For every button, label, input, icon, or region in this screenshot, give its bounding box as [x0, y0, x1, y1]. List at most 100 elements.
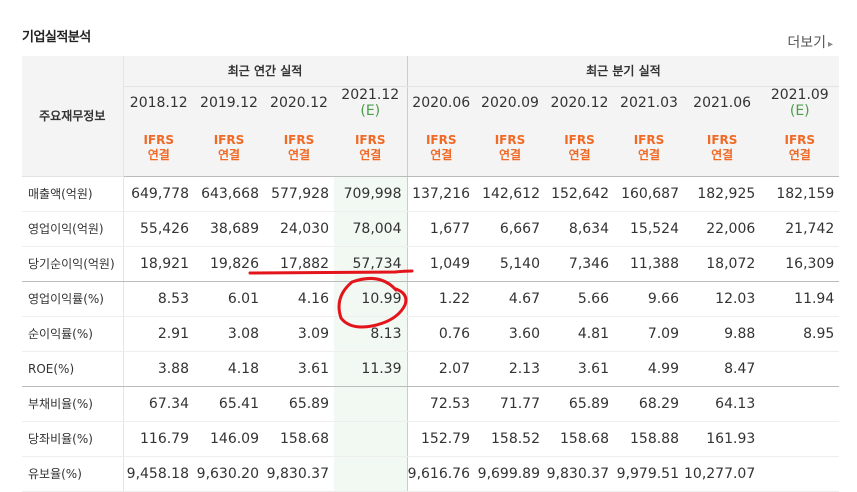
- value-cell: 577,928: [264, 176, 334, 212]
- consolidated-label: 연결: [568, 147, 591, 162]
- value-cell: [760, 421, 840, 457]
- quarter-group-header: 최근 분기 실적: [406, 56, 840, 87]
- more-link[interactable]: 더보기 ▸: [787, 32, 833, 52]
- ifrs-label: IFRS: [706, 132, 738, 147]
- ifrs-label: IFRS: [633, 132, 665, 147]
- value-cell: 18,072: [684, 246, 761, 282]
- value-cell: [760, 386, 840, 422]
- period-header: 2018.12: [123, 86, 194, 120]
- value-cell: 9.66: [614, 281, 684, 317]
- value-cell: 709,998: [334, 176, 407, 212]
- value-cell: 2.07: [406, 351, 475, 387]
- ifrs-label: IFRS: [283, 132, 315, 147]
- row-label: 영업이익(억원): [22, 211, 124, 247]
- table-row: 당좌비율(%) 116.79 146.09 158.68 152.79 158.52 158…: [22, 421, 840, 457]
- value-cell: 158.68: [545, 421, 614, 457]
- value-cell: 116.79: [123, 421, 194, 457]
- value-cell: 3.09: [264, 316, 334, 352]
- ifrs-label: IFRS: [143, 132, 175, 147]
- value-cell: 38,689: [194, 211, 264, 247]
- value-cell: 146.09: [194, 421, 264, 457]
- value-cell: 8.95: [760, 316, 840, 352]
- value-cell: 9,630.20: [194, 456, 264, 492]
- period-header: 2021.09 (E): [760, 86, 840, 120]
- value-cell: 11,388: [614, 246, 684, 282]
- ifrs-badge: IFRS 연결: [614, 120, 684, 177]
- value-cell: 137,216: [406, 176, 475, 212]
- ifrs-label: IFRS: [213, 132, 245, 147]
- value-cell: 64.13: [684, 386, 761, 422]
- row-label: 유보율(%): [22, 456, 124, 492]
- value-cell: 152,642: [545, 176, 614, 212]
- value-cell: 4.99: [614, 351, 684, 387]
- period-header: 2019.12: [194, 86, 264, 120]
- value-cell: 21,742: [760, 211, 840, 247]
- period-header: 2020.12: [264, 86, 334, 120]
- value-cell: 2.91: [123, 316, 194, 352]
- ifrs-badge: IFRS 연결: [406, 120, 475, 177]
- value-cell: 8.53: [123, 281, 194, 317]
- consolidated-label: 연결: [217, 147, 241, 162]
- row-label: ROE(%): [22, 351, 124, 387]
- table-row: 매출액(억원) 649,778 643,668 577,928 709,998 137,2…: [22, 176, 840, 212]
- value-cell: 9,979.51: [614, 456, 684, 492]
- value-cell: 142,612: [475, 176, 545, 212]
- table-row: 순이익률(%) 2.91 3.08 3.09 8.13 0.76 3.60 4.81 7.09 9…: [22, 316, 840, 352]
- value-cell: 6.01: [194, 281, 264, 317]
- period-label: 2021.12: [341, 87, 400, 104]
- table-row: ROE(%) 3.88 4.18 3.61 11.39 2.07 2.13 3.61 4.99 8…: [22, 351, 840, 387]
- value-cell: 6,667: [475, 211, 545, 247]
- value-cell: 10.99: [334, 281, 407, 317]
- ifrs-badge: IFRS 연결: [684, 120, 761, 177]
- value-cell: 19,826: [194, 246, 264, 282]
- ifrs-label: IFRS: [784, 132, 816, 147]
- value-cell: 68.29: [614, 386, 684, 422]
- value-cell: 71.77: [475, 386, 545, 422]
- value-cell: [334, 456, 407, 492]
- table-row: 당기순이익(억원) 18,921 19,826 17,882 57,734 1,049 5,…: [22, 246, 840, 282]
- value-cell: 152.79: [406, 421, 475, 457]
- period-header: 2020.09: [475, 86, 545, 120]
- value-cell: 4.81: [545, 316, 614, 352]
- ifrs-label: IFRS: [354, 132, 386, 147]
- value-cell: 78,004: [334, 211, 407, 247]
- value-cell: 5.66: [545, 281, 614, 317]
- value-cell: 2.13: [475, 351, 545, 387]
- value-cell: 160,687: [614, 176, 684, 212]
- value-cell: 643,668: [194, 176, 264, 212]
- period-header: 2021.12 (E): [334, 86, 407, 120]
- value-cell: 17,882: [264, 246, 334, 282]
- period-header: 2021.06: [684, 86, 761, 120]
- consolidated-label: 연결: [788, 147, 811, 162]
- value-cell: 158.68: [264, 421, 334, 457]
- value-cell: [334, 386, 407, 422]
- estimate-mark: (E): [360, 103, 381, 120]
- value-cell: 65.41: [194, 386, 264, 422]
- period-label: 2021.09: [770, 87, 829, 104]
- value-cell: 161.93: [684, 421, 761, 457]
- row-label: 순이익률(%): [22, 316, 124, 352]
- value-cell: 0.76: [406, 316, 475, 352]
- ifrs-label: IFRS: [564, 132, 595, 147]
- consolidated-label: 연결: [498, 147, 522, 162]
- value-cell: 8.47: [684, 351, 761, 387]
- row-label: 당좌비율(%): [22, 421, 124, 457]
- value-cell: 158.52: [475, 421, 545, 457]
- value-cell: 65.89: [545, 386, 614, 422]
- consolidated-label: 연결: [287, 147, 311, 162]
- section-title: 기업실적분석: [22, 30, 91, 45]
- period-header: 2021.03: [614, 86, 684, 120]
- ifrs-badge: IFRS 연결: [123, 120, 194, 177]
- estimate-mark: (E): [789, 103, 810, 120]
- value-cell: [760, 456, 840, 492]
- consolidated-label: 연결: [359, 147, 382, 162]
- value-cell: 57,734: [334, 246, 407, 282]
- consolidated-label: 연결: [637, 147, 661, 162]
- table-row: 영업이익률(%) 8.53 6.01 4.16 10.99 1.22 4.67 5.66 9.6…: [22, 281, 840, 317]
- value-cell: 11.39: [334, 351, 407, 387]
- consolidated-label: 연결: [711, 147, 734, 162]
- value-cell: 7.09: [614, 316, 684, 352]
- value-cell: 649,778: [123, 176, 194, 212]
- value-cell: 9,699.89: [475, 456, 545, 492]
- value-cell: 9,616.76: [406, 456, 475, 492]
